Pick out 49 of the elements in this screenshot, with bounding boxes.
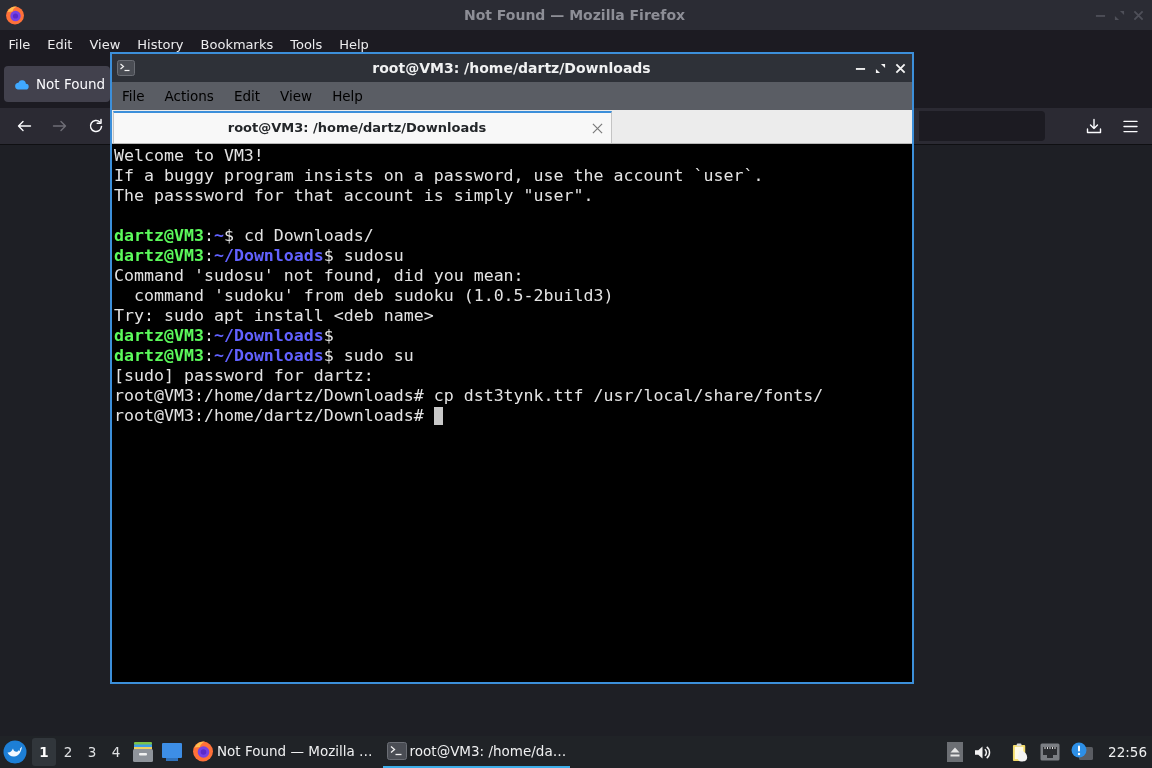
menu-item[interactable]: Tools	[290, 38, 323, 52]
window-title: root@VM3: /home/dartz/Downloads	[372, 58, 651, 78]
notification-icon[interactable]	[1071, 742, 1094, 762]
speaker-icon[interactable]	[974, 744, 992, 760]
clock[interactable]: 22:56	[1108, 741, 1147, 763]
firefox-logo-icon	[192, 740, 214, 762]
clipboard-icon[interactable]	[1012, 742, 1030, 762]
desktop-switch[interactable]: 2	[56, 738, 80, 766]
menu-item[interactable]: Bookmarks	[200, 38, 274, 52]
firefox-logo-icon	[5, 5, 25, 25]
terminal-line: The passsword for that account is simply "user".	[114, 186, 594, 206]
menu-item[interactable]: File	[8, 38, 31, 52]
reload-icon[interactable]	[88, 118, 104, 134]
browser-tab[interactable]: Not Found	[4, 66, 110, 102]
window-title: Not Found — Mozilla Firefox	[463, 5, 686, 25]
desktop-switch[interactable]: 4	[104, 738, 128, 766]
monitor-icon[interactable]	[161, 742, 183, 762]
terminal-line: Welcome to VM3!	[114, 146, 264, 166]
terminal-icon	[386, 742, 407, 760]
menu-item[interactable]: History	[137, 38, 184, 52]
file-drawer-icon[interactable]	[132, 741, 154, 763]
terminal-line: If a buggy program insists on a password, use the account `user`.	[114, 166, 764, 186]
cloud-icon	[14, 78, 29, 90]
eject-icon[interactable]	[947, 742, 964, 762]
bird-logo-icon[interactable]	[3, 740, 27, 764]
download-icon[interactable]	[1086, 118, 1102, 134]
task-button[interactable]: Not Found — Mozilla …	[188, 736, 377, 768]
maximize-icon[interactable]	[875, 62, 886, 74]
menu-item[interactable]: Edit	[47, 38, 73, 52]
terminal-line: [sudo] password for dartz:	[114, 366, 374, 386]
terminal-line: root@VM3:/home/dartz/Downloads#	[114, 406, 424, 426]
terminal-icon	[117, 60, 135, 76]
terminal-line: dartz@VM3:~/Downloads$ sudo su	[114, 346, 414, 366]
menu-item[interactable]: Help	[339, 38, 369, 52]
task-button[interactable]: root@VM3: /home/da…	[382, 736, 571, 768]
terminal-line: dartz@VM3:~/Downloads$ sudosu	[114, 246, 404, 266]
terminal-line: Try: sudo apt install <deb name>	[114, 306, 434, 326]
terminal-line: dartz@VM3:~/Downloads$	[114, 326, 334, 346]
desktop-switch[interactable]: 3	[80, 738, 104, 766]
terminal-line: dartz@VM3:~$ cd Downloads/	[114, 226, 374, 246]
terminal-tab[interactable]: root@VM3: /home/dartz/Downloads	[113, 111, 612, 143]
network-icon[interactable]	[1040, 743, 1061, 761]
menu-icon[interactable]	[1122, 119, 1138, 133]
menu-item[interactable]: View	[89, 38, 121, 52]
terminal-line: Command 'sudosu' not found, did you mean:	[114, 266, 524, 286]
left-arrow-icon[interactable]	[16, 118, 32, 134]
terminal-line: root@VM3:/home/dartz/Downloads# cp dst3tynk.ttf /usr/local/share/fonts/	[114, 386, 824, 406]
terminal-line: command 'sudoku' from deb sudoku (1.0.5-2build3)	[132, 286, 614, 306]
desktop-switch[interactable]: 1	[32, 738, 56, 766]
